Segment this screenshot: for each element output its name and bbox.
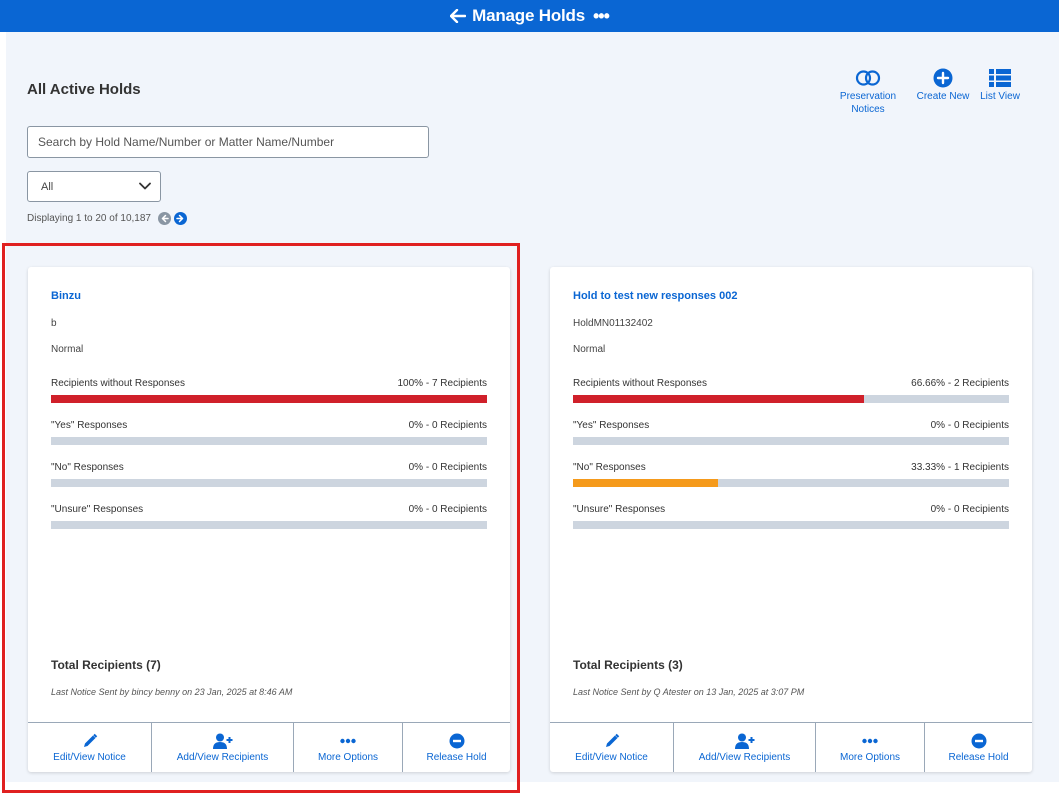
metric-value: 0% - 0 Recipients	[930, 504, 1009, 515]
progress-bar	[51, 521, 487, 529]
metric-no-response: Recipients without Responses 66.66% - 2 R…	[573, 378, 1009, 403]
hold-priority: Normal	[51, 344, 84, 355]
toggle-circles-icon	[855, 68, 881, 88]
last-notice-text: Last Notice Sent by bincy benny on 23 Ja…	[51, 687, 293, 697]
hold-name-link[interactable]: Hold to test new responses 002	[573, 290, 737, 302]
metric-value: 0% - 0 Recipients	[408, 462, 487, 473]
previous-page-icon[interactable]	[157, 212, 171, 225]
list-view-label: List View	[980, 91, 1020, 102]
ellipsis-icon	[862, 733, 878, 749]
metric-value: 66.66% - 2 Recipients	[911, 378, 1009, 389]
preservation-notices-label: Preservation Notices	[839, 91, 897, 115]
progress-bar	[51, 395, 487, 403]
top-bar: Manage Holds •••	[0, 0, 1059, 32]
status-filter-select[interactable]: All	[27, 171, 161, 202]
add-user-icon	[212, 733, 233, 749]
release-hold-label: Release Hold	[426, 751, 487, 763]
pagination: Displaying 1 to 20 of 10,187	[27, 212, 187, 225]
metric-value: 0% - 0 Recipients	[408, 420, 487, 431]
edit-view-notice-button[interactable]: Edit/View Notice	[550, 723, 673, 772]
chevron-down-icon	[139, 181, 151, 193]
progress-bar	[51, 479, 487, 487]
metric-value: 33.33% - 1 Recipients	[911, 462, 1009, 473]
metric-value: 100% - 7 Recipients	[397, 378, 488, 389]
metric-label: Recipients without Responses	[573, 378, 707, 389]
progress-bar	[573, 479, 1009, 487]
next-page-icon[interactable]	[173, 212, 187, 225]
list-view-icon	[989, 68, 1011, 88]
page-title: All Active Holds	[27, 81, 141, 98]
create-new-button[interactable]: Create New	[914, 68, 972, 103]
pencil-icon	[82, 733, 98, 749]
add-view-recipients-label: Add/View Recipients	[698, 751, 791, 763]
add-view-recipients-button[interactable]: Add/View Recipients	[673, 723, 815, 772]
release-hold-button[interactable]: Release Hold	[924, 723, 1032, 772]
edit-view-notice-label: Edit/View Notice	[575, 751, 648, 763]
release-hold-label: Release Hold	[948, 751, 1009, 763]
more-options-button[interactable]: More Options	[293, 723, 402, 772]
page-header-title: Manage Holds	[472, 6, 585, 25]
pagination-text: Displaying 1 to 20 of 10,187	[27, 213, 151, 224]
hold-card: Binzu b Normal Recipients without Respon…	[28, 267, 510, 772]
more-options-label: More Options	[317, 751, 379, 763]
create-new-label: Create New	[916, 91, 970, 102]
metric-unsure: "Unsure" Responses 0% - 0 Recipients	[573, 504, 1009, 529]
card-actions: Edit/View Notice Add/View Recipients Mor…	[550, 722, 1032, 772]
metric-label: "Yes" Responses	[51, 420, 128, 431]
release-hold-button[interactable]: Release Hold	[402, 723, 510, 772]
metric-yes: "Yes" Responses 0% - 0 Recipients	[573, 420, 1009, 445]
status-filter-value: All	[41, 180, 54, 193]
metric-no: "No" Responses 33.33% - 1 Recipients	[573, 462, 1009, 487]
metric-label: Recipients without Responses	[51, 378, 185, 389]
metric-no-response: Recipients without Responses 100% - 7 Rec…	[51, 378, 487, 403]
edit-view-notice-button[interactable]: Edit/View Notice	[28, 723, 151, 772]
search-input[interactable]	[27, 126, 429, 158]
plus-circle-icon	[933, 68, 953, 88]
metric-value: 0% - 0 Recipients	[930, 420, 1009, 431]
metric-label: "Unsure" Responses	[573, 504, 666, 515]
add-user-icon	[734, 733, 755, 749]
more-options-button[interactable]: More Options	[815, 723, 924, 772]
pencil-icon	[604, 733, 620, 749]
more-options-label: More Options	[839, 751, 901, 763]
hold-priority: Normal	[573, 344, 606, 355]
metric-unsure: "Unsure" Responses 0% - 0 Recipients	[51, 504, 487, 529]
back-arrow-icon[interactable]	[450, 9, 467, 23]
progress-fill	[573, 395, 864, 403]
progress-bar	[573, 395, 1009, 403]
total-recipients: Total Recipients (7)	[51, 658, 161, 672]
preservation-notices-button[interactable]: Preservation Notices	[838, 68, 898, 116]
more-menu-icon[interactable]: •••	[593, 6, 610, 27]
ellipsis-icon	[340, 733, 356, 749]
metric-label: "No" Responses	[51, 462, 124, 473]
progress-bar	[573, 521, 1009, 529]
add-view-recipients-button[interactable]: Add/View Recipients	[151, 723, 293, 772]
minus-circle-icon	[971, 733, 987, 749]
hold-card: Hold to test new responses 002 HoldMN011…	[550, 267, 1032, 772]
hold-number: HoldMN01132402	[573, 318, 653, 329]
progress-bar	[573, 437, 1009, 445]
progress-fill	[573, 479, 719, 487]
metric-label: "No" Responses	[573, 462, 646, 473]
hold-name-link[interactable]: Binzu	[51, 290, 81, 302]
metric-yes: "Yes" Responses 0% - 0 Recipients	[51, 420, 487, 445]
metric-label: "Unsure" Responses	[51, 504, 144, 515]
list-view-button[interactable]: List View	[978, 68, 1022, 103]
card-actions: Edit/View Notice Add/View Recipients Mor…	[28, 722, 510, 772]
total-recipients: Total Recipients (3)	[573, 658, 683, 672]
metric-label: "Yes" Responses	[573, 420, 650, 431]
progress-bar	[51, 437, 487, 445]
metric-value: 0% - 0 Recipients	[408, 504, 487, 515]
last-notice-text: Last Notice Sent by Q Atester on 13 Jan,…	[573, 687, 805, 697]
edit-view-notice-label: Edit/View Notice	[53, 751, 126, 763]
hold-number: b	[51, 318, 57, 329]
add-view-recipients-label: Add/View Recipients	[176, 751, 269, 763]
minus-circle-icon	[449, 733, 465, 749]
progress-fill	[51, 395, 487, 403]
metric-no: "No" Responses 0% - 0 Recipients	[51, 462, 487, 487]
